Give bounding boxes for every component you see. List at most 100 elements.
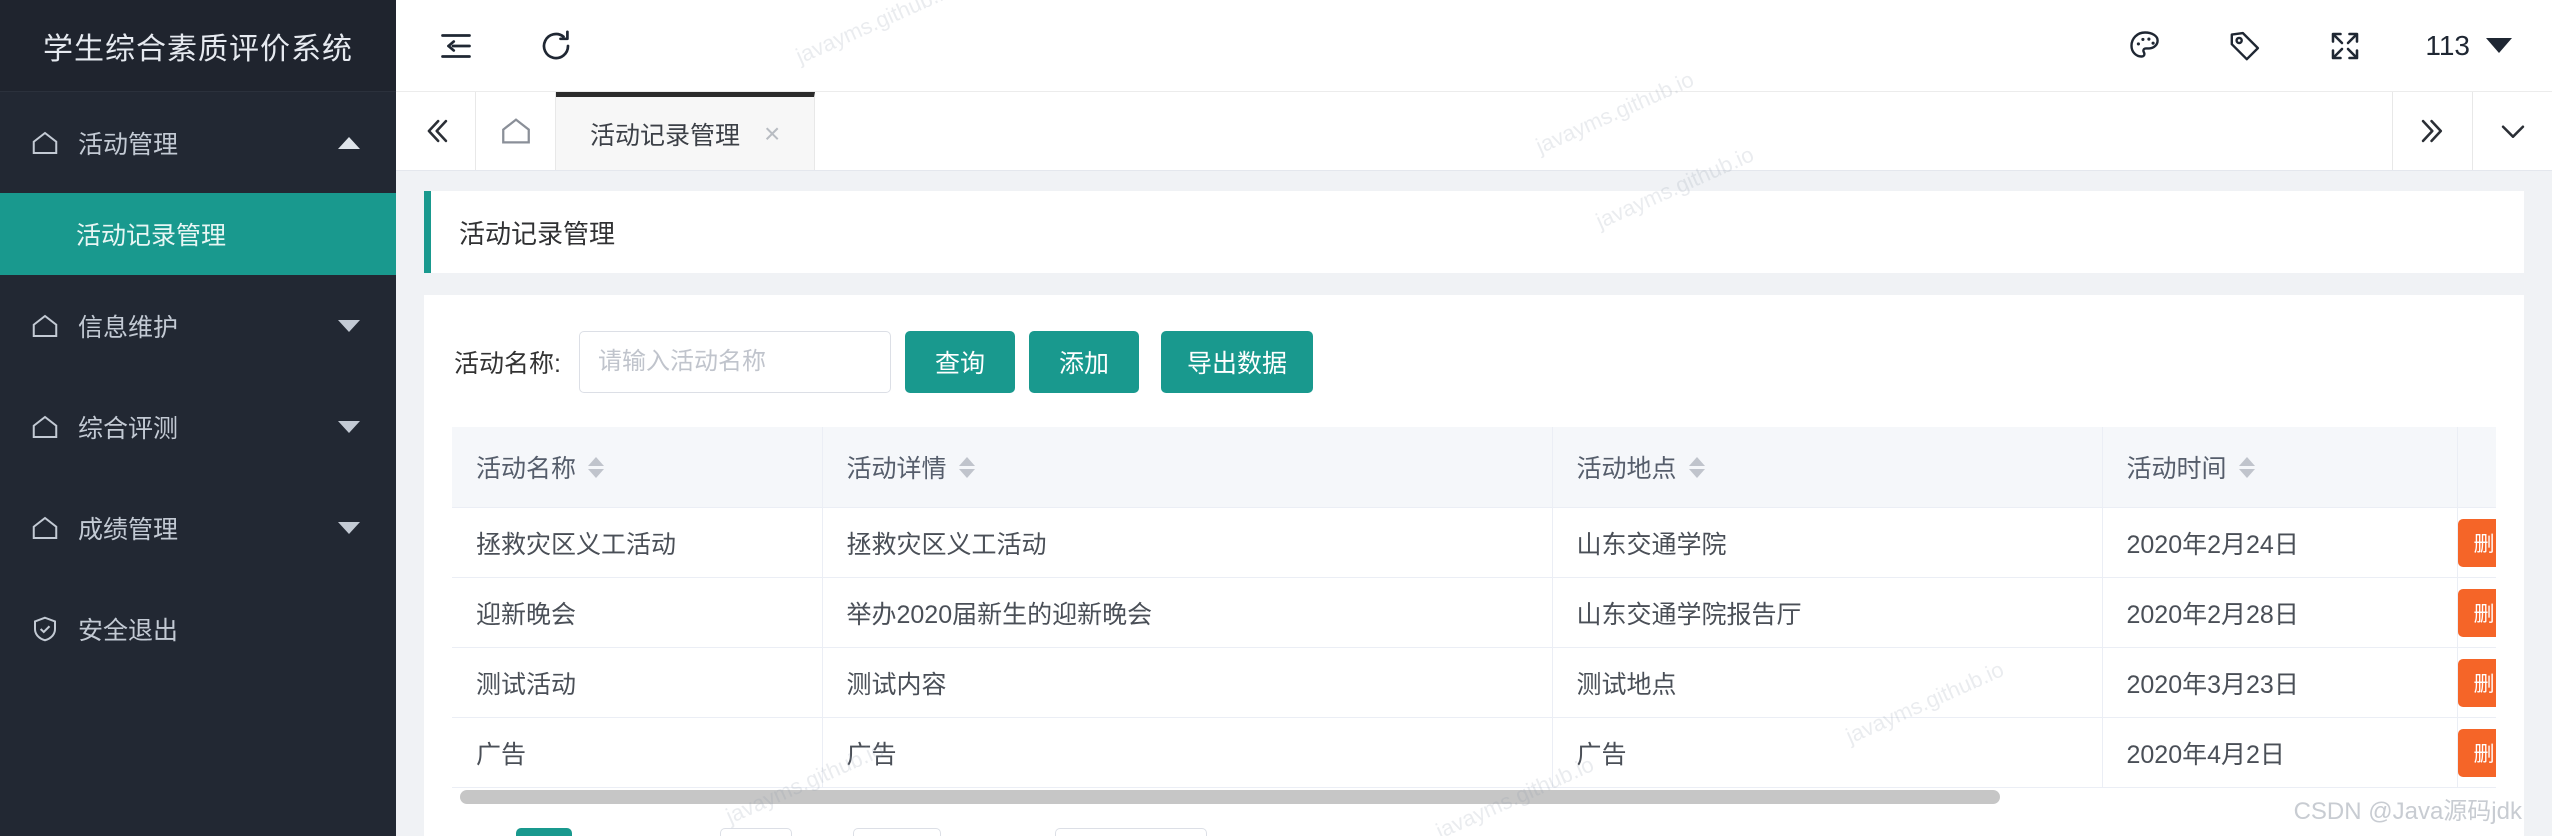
pagination-next-button[interactable]: › <box>590 830 634 836</box>
cell-actions: 删除 <box>2457 717 2496 788</box>
sidebar-menu: 活动管理 活动记录管理 信息维护 综合评测 成绩管理 安全退出 <box>0 92 396 836</box>
cell-name: 测试活动 <box>452 647 823 718</box>
pagination-page-1[interactable]: 1 <box>516 828 572 836</box>
activity-name-input[interactable] <box>578 331 891 393</box>
delete-button[interactable]: 删除 <box>2457 588 2496 637</box>
fullscreen-icon[interactable] <box>2319 20 2371 72</box>
table-header-row: 活动名称 活动详情 活动地点 活动时间 <box>452 427 2496 508</box>
delete-button[interactable]: 删除 <box>2457 658 2496 707</box>
sidebar-item-info-maintenance[interactable]: 信息维护 <box>0 275 396 376</box>
activity-table: 活动名称 活动详情 活动地点 活动时间 拯救灾区义工活动 拯救灾区义工活动 山东… <box>452 427 2496 788</box>
column-header-name[interactable]: 活动名称 <box>452 427 823 508</box>
palette-icon[interactable] <box>2119 20 2171 72</box>
tabbar-right-group <box>2392 92 2552 170</box>
chevron-down-icon <box>338 319 360 332</box>
sidebar-item-comprehensive-evaluation[interactable]: 综合评测 <box>0 376 396 477</box>
sidebar-subitem-label: 活动记录管理 <box>76 222 227 250</box>
column-header-label: 活动名称 <box>476 455 577 483</box>
chevron-up-icon <box>338 136 360 149</box>
table-head: 活动名称 活动详情 活动地点 活动时间 <box>452 427 2496 508</box>
table-horizontal-scrollbar[interactable] <box>424 788 2524 806</box>
cell-actions: 删除 <box>2457 647 2496 718</box>
tab-activity-record-management[interactable]: 活动记录管理 × <box>556 92 816 170</box>
tab-label: 活动记录管理 <box>590 121 741 150</box>
content-panel: 活动名称: 查询 添加 导出数据 <box>424 295 2524 836</box>
cell-detail: 测试内容 <box>822 647 1553 718</box>
main-area: 113 活动记录管理 × 活动记录管理 活动名称: 请输入活动名称 查询 添加 … <box>396 0 2552 836</box>
home-icon <box>28 126 62 160</box>
cell-detail: 拯救灾区义工活动 <box>822 507 1553 578</box>
delete-button[interactable]: 删除 <box>2457 728 2496 777</box>
tabbar-home-button[interactable] <box>476 92 556 170</box>
sort-icon[interactable] <box>588 456 605 478</box>
goto-page-input[interactable] <box>720 828 793 836</box>
cell-time: 2020年4月2日 <box>2102 717 2458 788</box>
sidebar-item-activity-management[interactable]: 活动管理 <box>0 92 396 193</box>
app-root: 学生综合素质评价系统 活动管理 活动记录管理 信息维护 综合评测 成绩管理 安全… <box>0 0 2552 836</box>
add-button[interactable]: 添加 <box>1028 331 1139 393</box>
sidebar-item-label: 安全退出 <box>78 616 179 645</box>
table-row[interactable]: 测试活动 测试内容 测试地点 2020年3月23日 删除 <box>452 647 2496 718</box>
cell-time: 2020年2月28日 <box>2102 577 2458 648</box>
cell-detail: 举办2020届新生的迎新晚会 <box>822 577 1553 648</box>
user-label: 113 <box>2425 29 2470 61</box>
query-button[interactable]: 查询 <box>904 331 1015 393</box>
tabbar-scroll-left-button[interactable] <box>396 92 476 170</box>
sidebar-item-label: 综合评测 <box>78 414 179 443</box>
goto-confirm-button[interactable]: 确定 <box>853 828 942 836</box>
chevron-down-icon <box>338 521 360 534</box>
sort-icon[interactable] <box>958 456 975 478</box>
home-icon <box>28 410 62 444</box>
cell-place: 山东交通学院 <box>1552 507 2103 578</box>
table-row[interactable]: 迎新晚会 举办2020届新生的迎新晚会 山东交通学院报告厅 2020年2月28日… <box>452 577 2496 648</box>
search-toolbar: 活动名称: 查询 添加 导出数据 <box>424 295 2524 427</box>
chevron-down-icon <box>2486 38 2512 53</box>
topbar-right-group: 113 <box>2119 20 2512 72</box>
cell-time: 2020年3月23日 <box>2102 647 2458 718</box>
sidebar: 学生综合素质评价系统 活动管理 活动记录管理 信息维护 综合评测 成绩管理 安全… <box>0 0 396 836</box>
tabbar-tab-strip: 活动记录管理 × <box>556 92 2392 170</box>
sidebar-item-logout[interactable]: 安全退出 <box>0 578 396 679</box>
sidebar-item-activity-record-management[interactable]: 活动记录管理 <box>0 193 396 275</box>
sidebar-item-score-management[interactable]: 成绩管理 <box>0 477 396 578</box>
tag-icon[interactable] <box>2219 20 2271 72</box>
chevron-down-icon <box>338 420 360 433</box>
tabbar-scroll-right-button[interactable] <box>2392 92 2472 170</box>
menu-fold-icon[interactable] <box>430 20 482 72</box>
shield-check-icon <box>28 612 62 646</box>
topbar: 113 <box>396 0 2552 92</box>
close-icon[interactable]: × <box>764 119 780 148</box>
activity-name-label: 活动名称: <box>454 350 561 378</box>
user-menu[interactable]: 113 <box>2425 30 2512 62</box>
sidebar-item-label: 信息维护 <box>78 313 179 342</box>
export-data-button[interactable]: 导出数据 <box>1160 331 1313 393</box>
cell-place: 山东交通学院报告厅 <box>1552 577 2103 648</box>
pagination: ‹ 1 › 到第 页 确定 共 4 条 10 条/页 20 条/页 50 条/页… <box>424 806 2524 836</box>
table-row[interactable]: 拯救灾区义工活动 拯救灾区义工活动 山东交通学院 2020年2月24日 删除 <box>452 507 2496 578</box>
scrollbar-thumb[interactable] <box>460 790 2000 804</box>
column-header-time[interactable]: 活动时间 <box>2102 427 2458 508</box>
tabbar: 活动记录管理 × <box>396 92 2552 171</box>
refresh-icon[interactable] <box>530 20 582 72</box>
page-size-select[interactable]: 10 条/页 20 条/页 50 条/页 100 条/页 <box>1054 828 1207 836</box>
sidebar-logo: 学生综合素质评价系统 <box>0 0 396 92</box>
sidebar-item-label: 活动管理 <box>78 130 179 159</box>
column-header-label: 活动时间 <box>2126 455 2227 483</box>
cell-detail: 广告 <box>822 717 1553 788</box>
cell-place: 广告 <box>1552 717 2103 788</box>
table-row[interactable]: 广告 广告 广告 2020年4月2日 删除 <box>452 717 2496 788</box>
column-header-detail[interactable]: 活动详情 <box>822 427 1553 508</box>
cell-name: 迎新晚会 <box>452 577 823 648</box>
sort-icon[interactable] <box>2238 456 2255 478</box>
cell-time: 2020年2月24日 <box>2102 507 2458 578</box>
cell-place: 测试地点 <box>1552 647 2103 718</box>
page-title: 活动记录管理 <box>459 218 616 249</box>
table-body: 拯救灾区义工活动 拯救灾区义工活动 山东交通学院 2020年2月24日 删除 迎… <box>452 507 2496 788</box>
pagination-prev-button[interactable]: ‹ <box>454 830 498 836</box>
scrollbar-track[interactable] <box>452 788 2496 806</box>
delete-button[interactable]: 删除 <box>2457 518 2496 567</box>
column-header-place[interactable]: 活动地点 <box>1552 427 2103 508</box>
sort-icon[interactable] <box>1688 456 1705 478</box>
cell-name: 拯救灾区义工活动 <box>452 507 823 578</box>
tabbar-options-dropdown-button[interactable] <box>2472 92 2552 170</box>
